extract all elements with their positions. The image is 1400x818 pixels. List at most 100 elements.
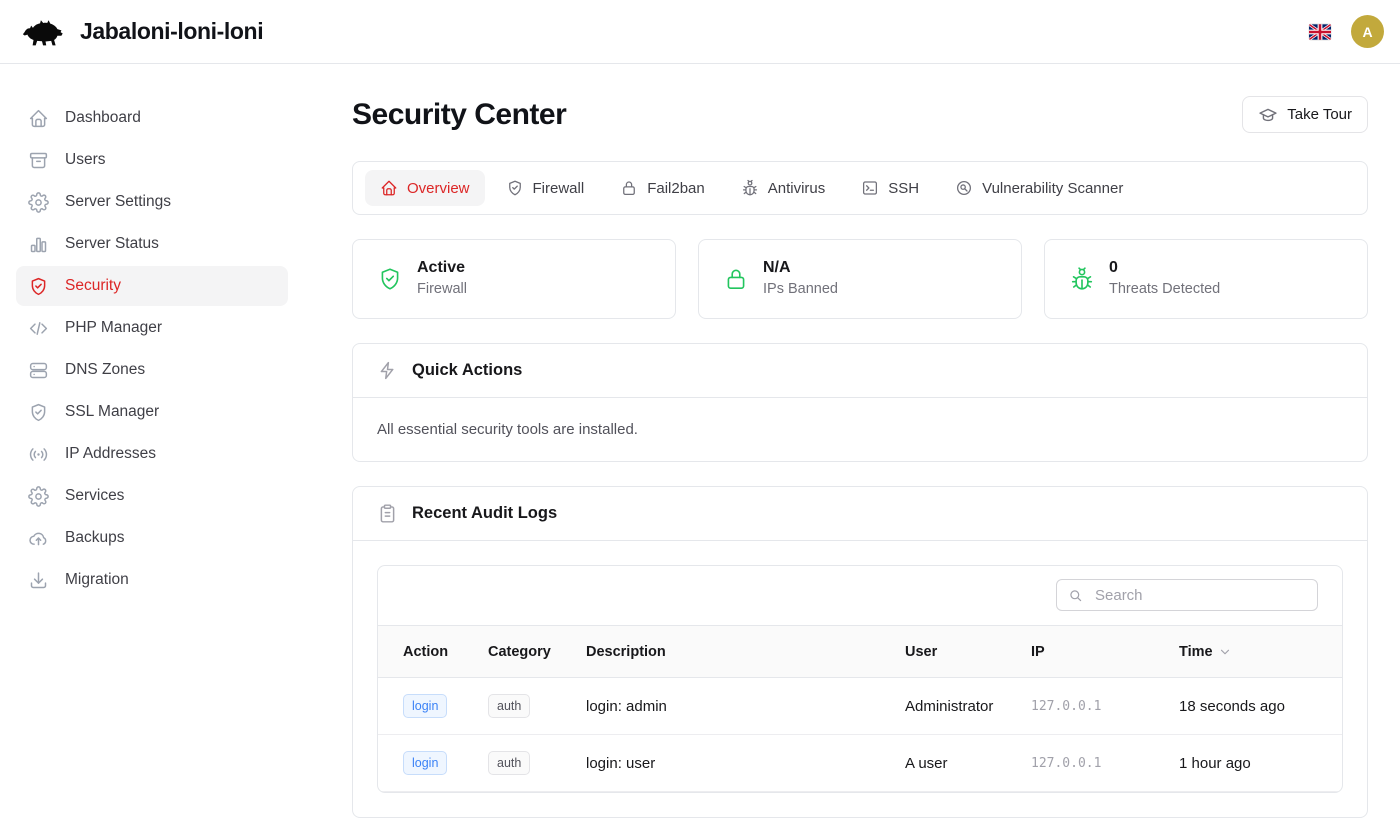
lock-icon: [620, 179, 638, 197]
sidebar-item-label: Backups: [65, 529, 124, 547]
column-header-action[interactable]: Action: [378, 626, 488, 678]
tab-antivirus[interactable]: Antivirus: [726, 170, 841, 206]
time-cell: 18 seconds ago: [1179, 678, 1342, 735]
code-icon: [28, 318, 49, 339]
sidebar-item-ip-addresses[interactable]: IP Addresses: [16, 434, 288, 474]
graduation-cap-icon: [1258, 105, 1278, 125]
category-badge: auth: [488, 694, 530, 718]
category-badge: auth: [488, 751, 530, 775]
cloud-upload-icon: [28, 528, 49, 549]
tab-overview[interactable]: Overview: [365, 170, 485, 206]
sidebar-item-dashboard[interactable]: Dashboard: [16, 98, 288, 138]
tab-label: Antivirus: [768, 180, 826, 197]
broadcast-icon: [28, 444, 49, 465]
boar-logo-icon: [22, 16, 68, 48]
sidebar-item-label: Users: [65, 151, 105, 169]
status-card-ips-banned: N/A IPs Banned: [698, 239, 1022, 319]
sidebar-item-ssl-manager[interactable]: SSL Manager: [16, 392, 288, 432]
action-badge: login: [403, 751, 447, 775]
status-value: N/A: [763, 258, 838, 279]
tab-label: Fail2ban: [647, 180, 705, 197]
user-cell: Administrator: [905, 678, 1031, 735]
sidebar-item-label: Dashboard: [65, 109, 141, 127]
sidebar-item-server-status[interactable]: Server Status: [16, 224, 288, 264]
gear-icon: [28, 192, 49, 213]
column-header-time[interactable]: Time: [1179, 626, 1342, 678]
column-header-description[interactable]: Description: [586, 626, 905, 678]
take-tour-label: Take Tour: [1287, 106, 1352, 123]
quick-actions-title: Quick Actions: [412, 361, 522, 380]
ip-cell: 127.0.0.1: [1031, 735, 1179, 792]
take-tour-button[interactable]: Take Tour: [1242, 96, 1368, 133]
audit-logs-section: Recent Audit Logs Action Cat: [352, 486, 1368, 818]
uk-flag-icon: [1309, 24, 1331, 40]
shield-check-icon: [28, 402, 49, 423]
column-header-time-label: Time: [1179, 644, 1213, 660]
sidebar-item-dns-zones[interactable]: DNS Zones: [16, 350, 288, 390]
audit-logs-title: Recent Audit Logs: [412, 504, 557, 523]
sidebar-item-label: SSL Manager: [65, 403, 159, 421]
security-tabs: Overview Firewall Fail2ban Antivirus SSH…: [352, 161, 1368, 215]
audit-table: Action Category Description User IP Time: [378, 625, 1342, 792]
lock-icon: [723, 266, 749, 292]
sidebar-item-services[interactable]: Services: [16, 476, 288, 516]
download-icon: [28, 570, 49, 591]
page-title: Security Center: [352, 98, 566, 132]
tab-label: Overview: [407, 180, 470, 197]
terminal-icon: [861, 179, 879, 197]
chevron-down-icon: [1218, 645, 1232, 659]
sidebar-item-label: Server Status: [65, 235, 159, 253]
tab-label: SSH: [888, 180, 919, 197]
bug-icon: [1069, 266, 1095, 292]
status-cards: Active Firewall N/A IPs Banned 0 Threats…: [352, 239, 1368, 319]
ip-cell: 127.0.0.1: [1031, 678, 1179, 735]
language-flag-icon[interactable]: [1309, 24, 1331, 40]
status-label: Firewall: [417, 279, 467, 299]
sidebar-item-server-settings[interactable]: Server Settings: [16, 182, 288, 222]
tab-firewall[interactable]: Firewall: [491, 170, 600, 206]
sidebar-item-security[interactable]: Security: [16, 266, 288, 306]
app-title: Jabaloni-loni-loni: [80, 18, 263, 45]
sidebar-item-backups[interactable]: Backups: [16, 518, 288, 558]
sidebar-item-label: Services: [65, 487, 124, 505]
quick-actions-message: All essential security tools are install…: [353, 398, 1367, 461]
status-card-threats: 0 Threats Detected: [1044, 239, 1368, 319]
status-value: Active: [417, 258, 467, 279]
server-icon: [28, 360, 49, 381]
shield-check-icon: [28, 276, 49, 297]
lightning-icon: [377, 360, 398, 381]
description-cell: login: user: [586, 735, 905, 792]
status-card-firewall: Active Firewall: [352, 239, 676, 319]
column-header-user[interactable]: User: [905, 626, 1031, 678]
search-circle-icon: [955, 179, 973, 197]
status-value: 0: [1109, 258, 1220, 279]
brand[interactable]: Jabaloni-loni-loni: [22, 16, 263, 48]
tab-vulnerability-scanner[interactable]: Vulnerability Scanner: [940, 170, 1138, 206]
description-cell: login: admin: [586, 678, 905, 735]
column-header-ip[interactable]: IP: [1031, 626, 1179, 678]
audit-table-container: Action Category Description User IP Time: [377, 565, 1343, 793]
quick-actions-section: Quick Actions All essential security too…: [352, 343, 1368, 462]
tab-label: Vulnerability Scanner: [982, 180, 1123, 197]
sidebar-item-label: PHP Manager: [65, 319, 162, 337]
sidebar-item-label: DNS Zones: [65, 361, 145, 379]
sidebar-item-php-manager[interactable]: PHP Manager: [16, 308, 288, 348]
table-row: login auth login: admin Administrator 12…: [378, 678, 1342, 735]
user-avatar[interactable]: A: [1351, 15, 1384, 48]
sidebar-item-migration[interactable]: Migration: [16, 560, 288, 600]
archive-icon: [28, 150, 49, 171]
tab-ssh[interactable]: SSH: [846, 170, 934, 206]
table-row: login auth login: user A user 127.0.0.1 …: [378, 735, 1342, 792]
column-header-category[interactable]: Category: [488, 626, 586, 678]
home-icon: [380, 179, 398, 197]
sidebar-item-label: Server Settings: [65, 193, 171, 211]
sidebar: Dashboard Users Server Settings Server S…: [0, 64, 304, 800]
tab-fail2ban[interactable]: Fail2ban: [605, 170, 720, 206]
sidebar-item-users[interactable]: Users: [16, 140, 288, 180]
time-cell: 1 hour ago: [1179, 735, 1342, 792]
search-icon: [1067, 587, 1084, 604]
home-icon: [28, 108, 49, 129]
sidebar-item-label: IP Addresses: [65, 445, 156, 463]
action-badge: login: [403, 694, 447, 718]
search-input[interactable]: [1093, 586, 1307, 605]
